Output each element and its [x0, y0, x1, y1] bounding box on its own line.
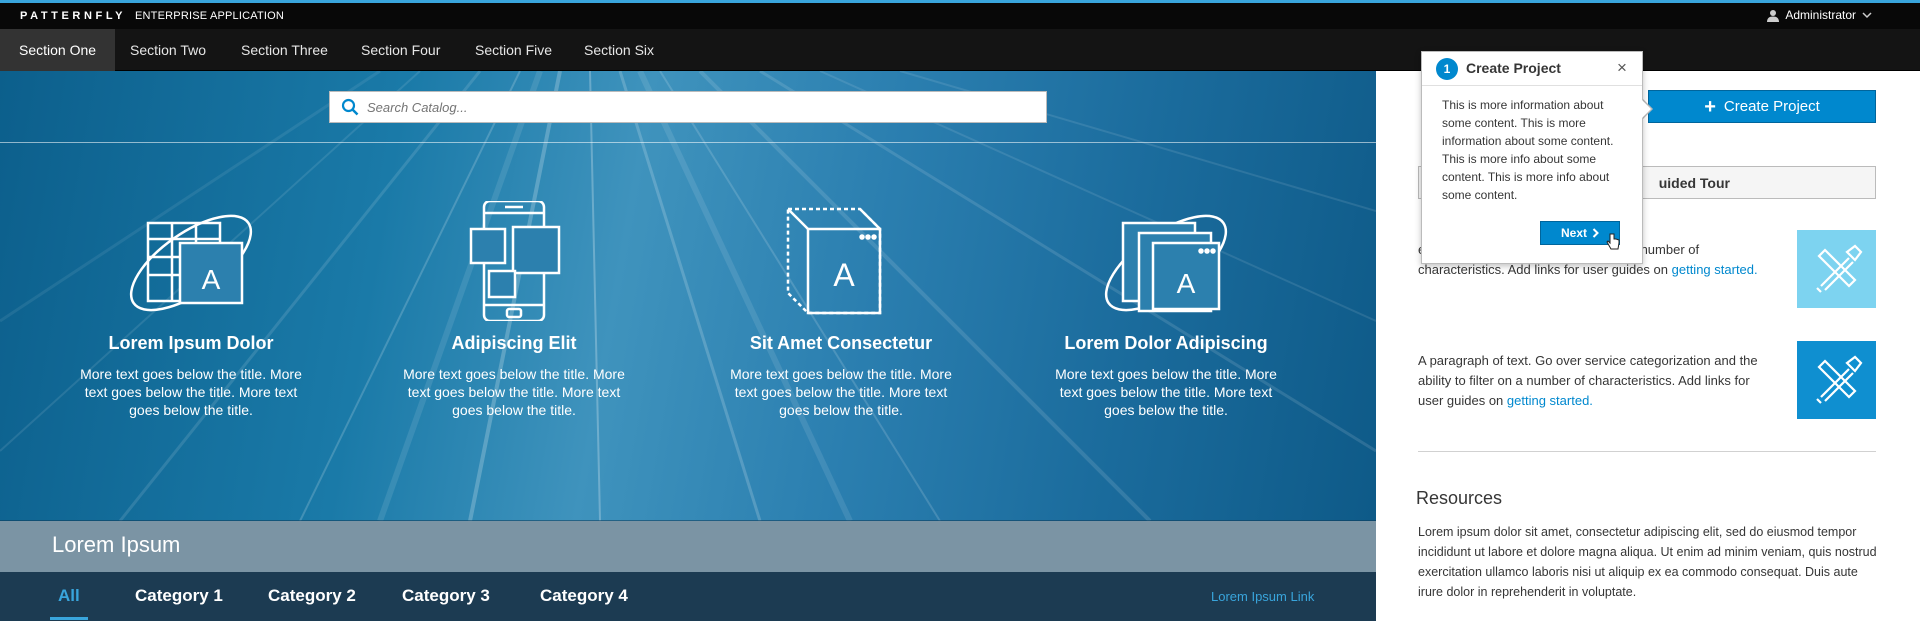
getting-started-link[interactable]: getting started.	[1672, 262, 1758, 277]
nav-item-section-three[interactable]: Section Three	[222, 29, 347, 71]
divider	[1418, 451, 1876, 452]
nav-item-section-one[interactable]: Section One	[0, 29, 116, 71]
nav-item-section-two[interactable]: Section Two	[111, 29, 225, 71]
user-name: Administrator	[1785, 8, 1856, 22]
chevron-right-icon	[1592, 228, 1599, 238]
grid-template-icon: A	[129, 214, 253, 312]
catalog-search[interactable]	[329, 91, 1047, 123]
brand-subtitle: ENTERPRISE APPLICATION	[135, 10, 285, 22]
feature-title: Adipiscing Elit	[451, 333, 577, 353]
nav-item-section-five[interactable]: Section Five	[456, 29, 571, 71]
svg-text:A: A	[833, 257, 855, 293]
svg-text:A: A	[1177, 268, 1196, 299]
catalog-band: Lorem Ipsum	[0, 520, 1376, 572]
user-menu[interactable]: Administrator	[1767, 8, 1872, 22]
create-project-label: Create Project	[1723, 98, 1820, 115]
tab-category-4[interactable]: Category 4	[540, 586, 628, 606]
masthead: PATTERNFLY ENTERPRISE APPLICATION Admini…	[0, 0, 1920, 29]
tab-category-1[interactable]: Category 1	[135, 586, 223, 606]
popover-title: Create Project	[1466, 60, 1561, 76]
popover-arrow	[1642, 100, 1651, 118]
feature-card[interactable]: A Lorem Dolor Adipiscing More text goes …	[1036, 201, 1296, 419]
tools-tile[interactable]	[1797, 230, 1876, 308]
lorem-ipsum-link[interactable]: Lorem Ipsum Link	[1211, 589, 1314, 604]
user-icon	[1767, 9, 1780, 22]
cube-icon: A	[786, 207, 882, 315]
mobile-devices-icon	[469, 201, 561, 321]
svg-text:A: A	[202, 264, 221, 295]
feature-card[interactable]: A Sit Amet Consectetur More text goes be…	[711, 201, 971, 419]
plus-icon: +	[1704, 95, 1716, 118]
tools-tile[interactable]	[1797, 341, 1876, 419]
active-tab-indicator	[50, 617, 88, 620]
feature-title: Lorem Ipsum Dolor	[108, 333, 274, 353]
stacked-windows-icon: A	[1104, 214, 1228, 313]
feature-title: Lorem Dolor Adipiscing	[1064, 333, 1268, 353]
tab-category-2[interactable]: Category 2	[268, 586, 356, 606]
create-project-button[interactable]: + Create Project	[1648, 90, 1876, 123]
resources-title: Resources	[1416, 488, 1503, 508]
tools-icon	[1816, 244, 1863, 293]
tab-category-3[interactable]: Category 3	[402, 586, 490, 606]
chevron-down-icon	[1862, 11, 1872, 18]
nav-item-section-four[interactable]: Section Four	[342, 29, 459, 71]
category-tabs: All Category 1 Category 2 Category 3 Cat…	[0, 572, 1376, 621]
hand-cursor-icon	[1606, 233, 1620, 250]
band-title: Lorem Ipsum	[52, 532, 181, 557]
getting-started-link[interactable]: getting started.	[1507, 393, 1593, 408]
search-icon	[341, 98, 359, 116]
feature-description: More text goes below the title. More tex…	[1055, 366, 1277, 418]
close-icon[interactable]: ×	[1617, 58, 1627, 78]
popover-header: 1 Create Project ×	[1422, 52, 1642, 86]
search-row	[0, 71, 1376, 143]
tools-icon	[1816, 355, 1863, 404]
brand-logo[interactable]: PATTERNFLY	[20, 10, 126, 22]
feature-description: More text goes below the title. More tex…	[80, 366, 302, 418]
step-number-badge: 1	[1436, 58, 1458, 80]
tab-all[interactable]: All	[58, 586, 80, 606]
feature-description: More text goes below the title. More tex…	[730, 366, 952, 418]
feature-title: Sit Amet Consectetur	[749, 333, 933, 353]
hero-banner: A Lorem Ipsum Dolor More text goes below…	[0, 71, 1376, 521]
next-label: Next	[1560, 226, 1587, 240]
search-input[interactable]	[367, 99, 1007, 115]
feature-description: More text goes below the title. More tex…	[403, 366, 625, 418]
feature-card[interactable]: A Lorem Ipsum Dolor More text goes below…	[61, 201, 321, 419]
popover-body: This is more information about some cont…	[1442, 98, 1614, 202]
nav-item-section-six[interactable]: Section Six	[565, 29, 673, 71]
info-paragraph: A paragraph of text. Go over service cat…	[1418, 351, 1768, 411]
feature-card[interactable]: Adipiscing Elit More text goes below the…	[384, 201, 644, 419]
resources-text: Lorem ipsum dolor sit amet, consectetur …	[1418, 525, 1877, 599]
